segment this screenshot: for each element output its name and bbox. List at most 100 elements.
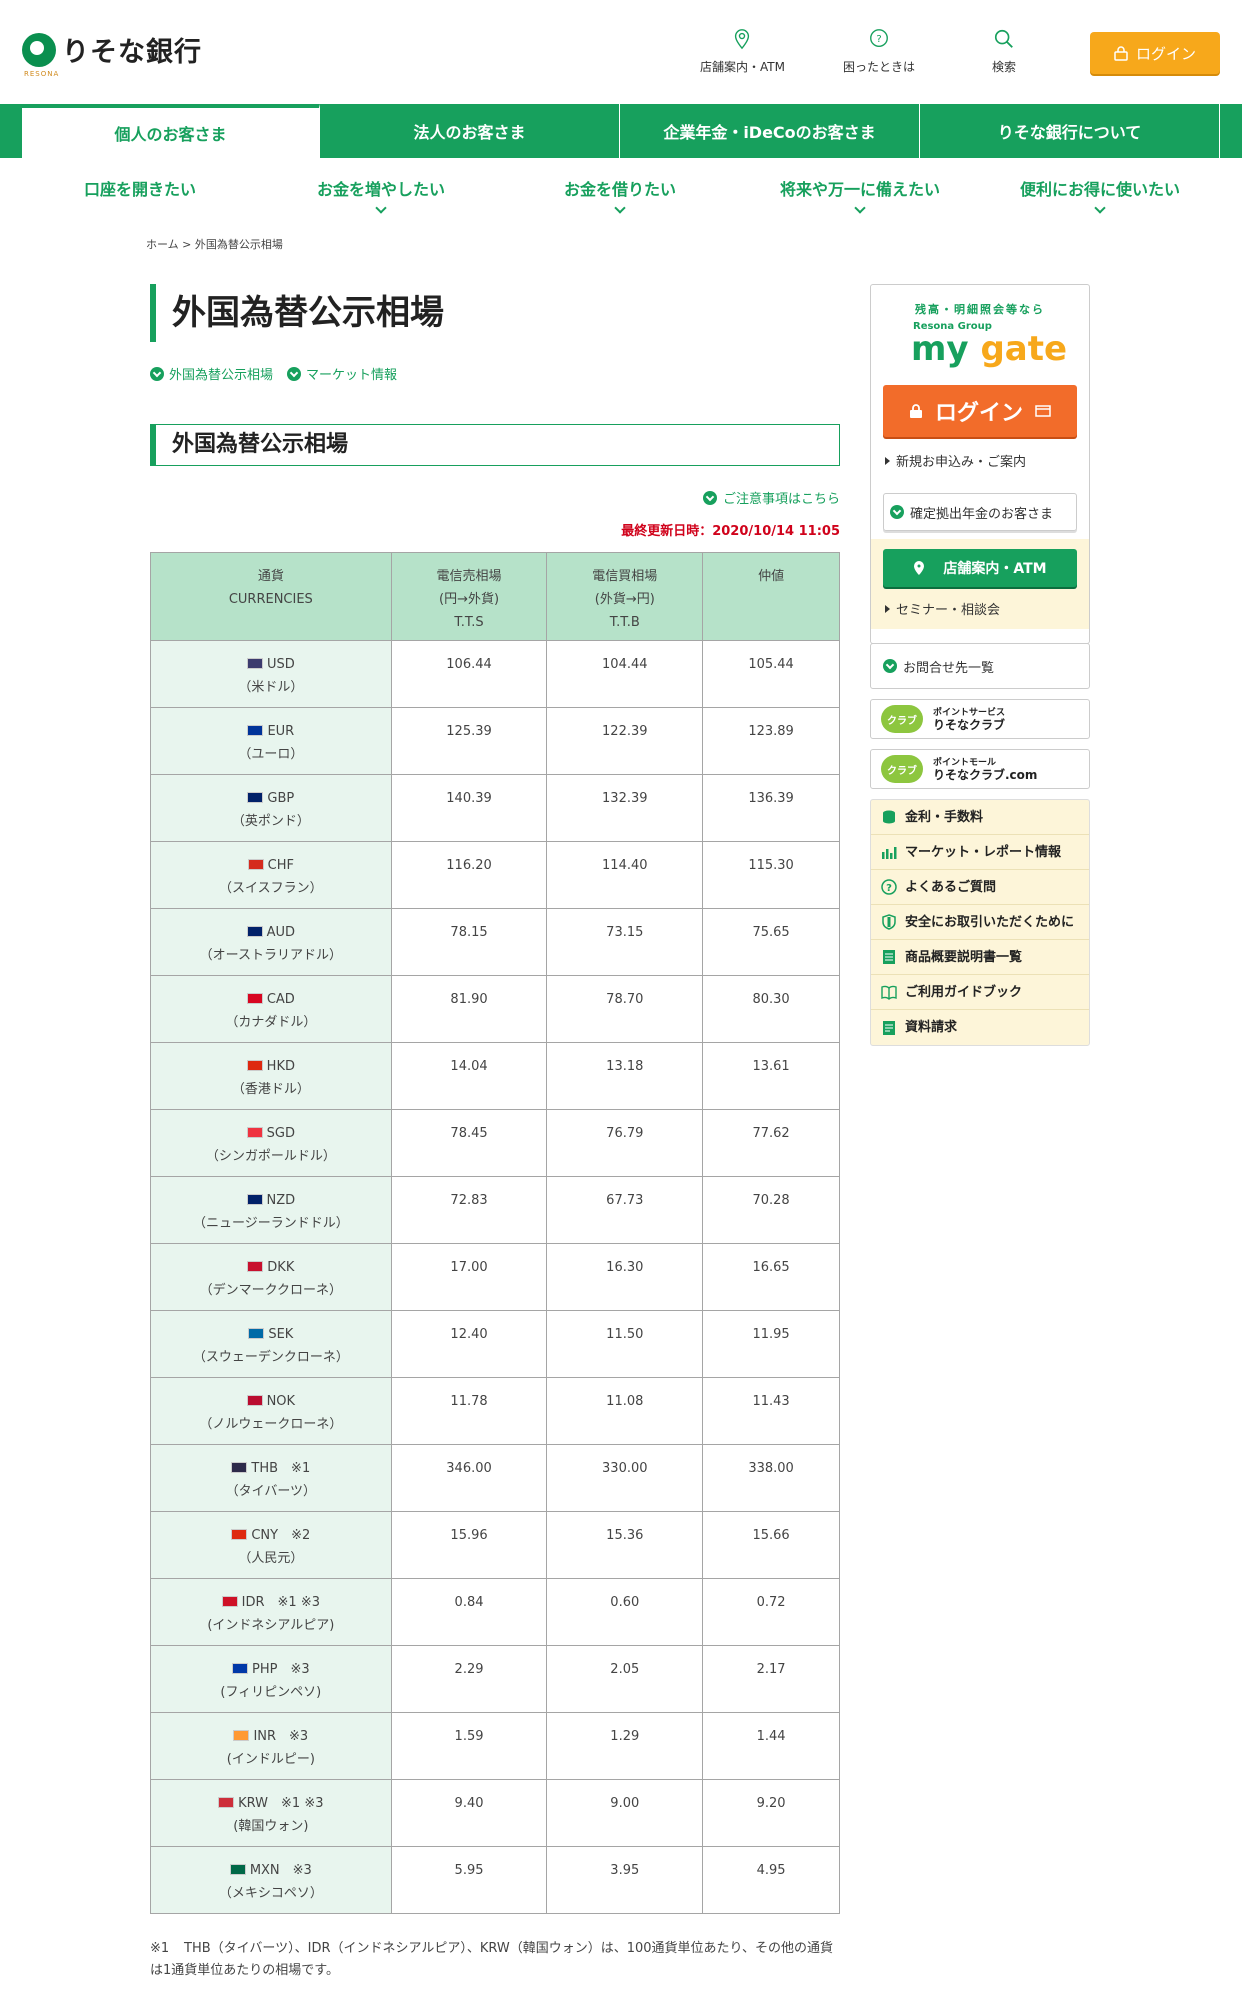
header-link-search[interactable]: 検索 xyxy=(992,28,1016,75)
tab-personal[interactable]: 個人のお客さま xyxy=(22,104,320,158)
resona-club-com-logo: クラブ xyxy=(881,755,923,783)
anchor-market-info[interactable]: マーケット情報 xyxy=(287,364,397,383)
currency-code: CNY ※2 xyxy=(251,1528,311,1543)
subnav-label: お金を増やしたい xyxy=(317,180,446,199)
cell-currency: SEK （スウェーデンクローネ） xyxy=(150,1310,392,1378)
store-label: 店舗案内・ATM xyxy=(943,561,1047,577)
cell-mid: 11.95 xyxy=(702,1310,840,1378)
header-text: 電信売相場 xyxy=(436,569,502,584)
menu-item-faq[interactable]: ? よくあるご質問 xyxy=(871,870,1089,905)
cell-tts: 116.20 xyxy=(390,841,548,909)
question-bubble-icon: ? xyxy=(870,29,888,48)
fx-rates-table: 通貨 CURRENCIES 電信売相場 (円→外貨) T.T.S 電信買相場 (外貨→円… xyxy=(150,552,840,1914)
table-row: NZD （ニュージーランドドル） 72.83 67.73 70.28 xyxy=(150,1176,840,1244)
cell-currency: AUD （オーストラリアドル） xyxy=(150,908,392,976)
seminar-link[interactable]: セミナー・相談会 xyxy=(885,599,1000,618)
store-atm-button[interactable]: 店舗案内・ATM xyxy=(883,549,1077,587)
cell-ttb: 67.73 xyxy=(546,1176,704,1244)
chevron-down-icon xyxy=(614,202,626,214)
tab-about-resona[interactable]: りそな銀行について xyxy=(920,104,1220,158)
flag-icon xyxy=(231,1462,248,1473)
flag-icon xyxy=(247,859,264,870)
mygate-login-button[interactable]: ログイン xyxy=(883,385,1077,437)
subnav-prepare-future[interactable]: 将来や万一に備えたい xyxy=(780,176,940,214)
resona-club-com-banner[interactable]: クラブ ポイントモール りそなクラブ.com xyxy=(870,749,1090,789)
cell-currency: CHF （スイスフラン） xyxy=(150,841,392,909)
main-nav: 個人のお客さま 法人のお客さま 企業年金・iDeCoのお客さま りそな銀行につい… xyxy=(0,104,1242,158)
header-link-store-atm[interactable]: 店舗案内・ATM xyxy=(700,28,785,75)
mygate-logo-b: gate xyxy=(980,329,1068,369)
currency-code: HKD xyxy=(266,1059,295,1074)
resona-club-banner[interactable]: クラブ ポイントサービス りそなクラブ xyxy=(870,699,1090,739)
currency-code: PHP ※3 xyxy=(252,1662,310,1677)
anchor-label: 外国為替公示相場 xyxy=(169,368,274,383)
currency-name: （オーストラリアドル） xyxy=(199,948,342,963)
tab-pension-ideco[interactable]: 企業年金・iDeCoのお客さま xyxy=(620,104,920,158)
table-row: DKK （デンマーククローネ） 17.00 16.30 16.65 xyxy=(150,1243,840,1311)
table-row: THB ※1 （タイバーツ） 346.00 330.00 338.00 xyxy=(150,1444,840,1512)
chevron-circle-icon xyxy=(890,505,904,519)
subnav-label: 便利にお得に使いたい xyxy=(1020,180,1181,199)
subnav-open-account[interactable]: 口座を開きたい xyxy=(84,176,196,200)
header-link-help[interactable]: ? 困ったときは xyxy=(843,28,915,75)
menu-item-security[interactable]: 安全にお取引いただくために xyxy=(871,905,1089,940)
contact-panel[interactable]: お問合せ先一覧 xyxy=(870,643,1090,689)
sidebar-menu: 金利・手数料 マーケット・レポート情報 ? よくあるご質問 安全にお取引いただくた… xyxy=(870,799,1090,1046)
mygate-logo-a: my xyxy=(911,329,981,369)
cell-currency: USD （米ドル） xyxy=(150,640,392,708)
breadcrumb-home[interactable]: ホーム xyxy=(146,238,179,251)
tab-corporate[interactable]: 法人のお客さま xyxy=(320,104,620,158)
contact-link[interactable]: お問合せ先一覧 xyxy=(871,644,1089,688)
location-pin-icon xyxy=(735,29,750,50)
subnav-grow-money[interactable]: お金を増やしたい xyxy=(317,176,446,214)
notice-link[interactable]: ご注意事項はこちら xyxy=(702,488,840,507)
table-row: USD （米ドル） 106.44 104.44 105.44 xyxy=(150,640,840,708)
currency-code: MXN ※3 xyxy=(249,1863,312,1878)
cell-tts: 81.90 xyxy=(390,975,548,1043)
resona-logo-mark-icon xyxy=(22,32,56,67)
cell-ttb: 15.36 xyxy=(546,1511,704,1579)
menu-item-product-docs[interactable]: 商品概要説明書一覧 xyxy=(871,940,1089,975)
anchor-fx-rates[interactable]: 外国為替公示相場 xyxy=(150,364,273,383)
pension-button[interactable]: 確定拠出年金のお客さま xyxy=(883,493,1077,531)
menu-item-guidebook[interactable]: ご利用ガイドブック xyxy=(871,975,1089,1010)
page-anchor-links: 外国為替公示相場 マーケット情報 xyxy=(150,364,397,383)
page-title: 外国為替公示相場 xyxy=(150,284,444,342)
cell-currency: MXN ※3 （メキシコペソ） xyxy=(150,1846,392,1914)
currency-name: （スイスフラン） xyxy=(219,881,323,896)
apply-label: 新規お申込み・ご案内 xyxy=(896,455,1027,470)
currency-code: GBP xyxy=(267,791,295,806)
currency-code: DKK xyxy=(267,1260,295,1275)
subnav-borrow-money[interactable]: お金を借りたい xyxy=(564,176,676,214)
cell-currency: INR ※3 (インドルピー) xyxy=(150,1712,392,1780)
cell-mid: 338.00 xyxy=(702,1444,840,1512)
notice-label: ご注意事項はこちら xyxy=(722,492,840,507)
cell-mid: 1.44 xyxy=(702,1712,840,1780)
menu-item-market-report[interactable]: マーケット・レポート情報 xyxy=(871,835,1089,870)
triangle-right-icon xyxy=(885,456,890,465)
cell-ttb: 78.70 xyxy=(546,975,704,1043)
table-row: IDR ※1 ※3 (インドネシアルピア) 0.84 0.60 0.72 xyxy=(150,1578,840,1646)
last-updated: 最終更新日時：2020/10/14 11:05 xyxy=(621,524,840,539)
menu-item-request-docs[interactable]: 資料請求 xyxy=(871,1010,1089,1045)
cell-tts: 9.40 xyxy=(390,1779,548,1847)
cell-mid: 16.65 xyxy=(702,1243,840,1311)
cell-tts: 125.39 xyxy=(390,707,548,775)
cell-currency: NOK （ノルウェークローネ） xyxy=(150,1377,392,1445)
menu-item-rates-fees[interactable]: 金利・手数料 xyxy=(871,800,1089,835)
header-login-button[interactable]: ログイン xyxy=(1090,32,1220,74)
apply-link[interactable]: 新規お申込み・ご案内 xyxy=(885,451,1026,470)
flag-icon xyxy=(246,1395,263,1406)
header-text: 通貨 xyxy=(257,569,284,584)
currency-code: AUD xyxy=(266,925,296,940)
subnav-convenient[interactable]: 便利にお得に使いたい xyxy=(1020,176,1181,214)
header-text: CURRENCIES xyxy=(228,592,313,607)
breadcrumb-sep: > xyxy=(182,238,192,251)
currency-name: （シンガポールドル） xyxy=(205,1149,336,1164)
currency-name: (インドルピー) xyxy=(226,1752,315,1767)
flag-icon xyxy=(247,1261,264,1272)
cell-mid: 136.39 xyxy=(702,774,840,842)
resona-logo[interactable]: りそな銀行 RESONA xyxy=(22,30,202,78)
currency-name: (インドネシアルピア) xyxy=(207,1618,335,1633)
cell-ttb: 132.39 xyxy=(546,774,704,842)
